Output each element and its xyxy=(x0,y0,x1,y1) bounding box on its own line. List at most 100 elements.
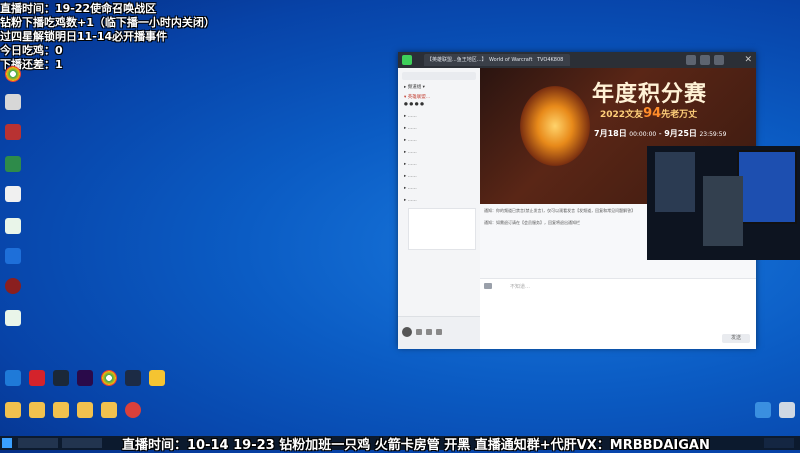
start-icon[interactable] xyxy=(2,438,12,448)
app-icon xyxy=(125,402,141,418)
folder-icon xyxy=(53,402,69,418)
avatar[interactable] xyxy=(402,327,412,337)
document-icon xyxy=(5,186,21,202)
webcam-overlay xyxy=(647,146,800,260)
date-end: 9月25日 xyxy=(664,129,697,138)
spreadsheet-icon xyxy=(5,218,21,234)
emoji-icon[interactable] xyxy=(484,283,492,289)
desktop-folder-3[interactable] xyxy=(50,402,72,424)
overlay-line-schedule: 直播时间：19-22使命召唤战区 xyxy=(0,2,157,15)
channel-sidebar: ▸ 频道组 ▾ ▾ 英雄联盟… ● ● ● ● ▸ …… ▸ …… ▸ …… ▸… xyxy=(398,68,481,349)
banner-dates: 7月18日 00:00:00 - 9月25日 23:59:59 xyxy=(594,129,727,138)
app-logo-icon xyxy=(402,55,412,65)
composer: 不知道… 发送 xyxy=(480,278,756,349)
desktop-icon-excel[interactable] xyxy=(2,156,24,178)
desktop-icon-app2[interactable] xyxy=(2,248,24,270)
desktop-icon-premiere[interactable] xyxy=(74,370,96,392)
desktop-icon-app3[interactable] xyxy=(2,278,24,300)
sidebar-item[interactable]: ▸ …… xyxy=(404,126,417,131)
system-clock[interactable] xyxy=(764,438,794,448)
settings-icon[interactable] xyxy=(714,55,724,65)
desktop-icon-doc[interactable] xyxy=(2,186,24,208)
banner-subtitle-num: 94 xyxy=(643,106,662,121)
channel-search-input[interactable] xyxy=(402,72,476,80)
folder-icon xyxy=(29,402,45,418)
banner-title: 年度积分赛 xyxy=(592,82,708,107)
tab-user[interactable]: TVO4K808 xyxy=(534,54,570,66)
desktop-icon-app1[interactable] xyxy=(2,94,24,116)
desktop-folder-1[interactable] xyxy=(2,402,24,424)
home-icon[interactable] xyxy=(686,55,696,65)
app-icon xyxy=(5,94,21,110)
webcam-monitor xyxy=(737,150,797,224)
excel-icon xyxy=(5,156,21,172)
desktop-icon-b6[interactable] xyxy=(122,370,144,392)
sidebar-item[interactable]: ▸ …… xyxy=(404,114,417,119)
settings-icon[interactable] xyxy=(436,329,442,335)
close-icon[interactable]: ✕ xyxy=(744,53,752,67)
date-start: 7月18日 xyxy=(594,129,627,138)
sidebar-item[interactable]: ▸ …… xyxy=(404,162,417,167)
desktop-icon-b8[interactable] xyxy=(122,402,144,424)
chrome-icon xyxy=(101,370,117,386)
app-icon xyxy=(5,278,21,294)
stream-ticker: 直播时间：10-14 19-23 钻粉加班一只鸡 火箭卡房管 开黑 直播通知群+… xyxy=(122,438,710,453)
message-input[interactable]: 不知道… xyxy=(510,283,530,290)
folder-icon xyxy=(101,402,117,418)
overlay-line-today: 今日吃鸡：0 xyxy=(0,44,63,57)
wallpaper-icon xyxy=(755,402,771,418)
taskbar-app-2[interactable] xyxy=(62,438,102,448)
sidebar-item[interactable]: ▸ …… xyxy=(404,198,417,203)
taskbar-app-1[interactable] xyxy=(18,438,58,448)
sidebar-item[interactable]: ▾ 英雄联盟… xyxy=(404,94,430,100)
banner-subtitle-suffix: 先老万丈 xyxy=(661,110,698,120)
sidebar-item[interactable]: ▸ …… xyxy=(404,138,417,143)
mic-icon[interactable] xyxy=(416,329,422,335)
webcam-center xyxy=(703,176,743,246)
desktop-icon-sheet2[interactable] xyxy=(2,310,24,332)
overlay-line-unlock: 过四星解锁明日11-14必开播事件 xyxy=(0,30,168,43)
desktop-icon-b1[interactable] xyxy=(2,370,24,392)
sidebar-item[interactable]: ▸ 频道组 ▾ xyxy=(404,84,425,90)
desktop-icon-b7[interactable] xyxy=(146,370,168,392)
app-icon xyxy=(125,370,141,386)
folder-icon xyxy=(5,402,21,418)
desktop-icon-b2[interactable] xyxy=(26,370,48,392)
netease-icon xyxy=(29,370,45,386)
user-panel xyxy=(398,316,480,349)
chrome-icon xyxy=(5,66,21,82)
desktop-folder-5[interactable] xyxy=(98,402,120,424)
member-rows xyxy=(408,218,474,278)
desktop-icon-sheet[interactable] xyxy=(2,218,24,240)
desktop-icon-chrome2[interactable] xyxy=(98,370,120,392)
banner-subtitle: 2022文友94先老万丈 xyxy=(600,106,697,121)
avatar-icon xyxy=(5,124,21,140)
sidebar-item[interactable]: ▸ …… xyxy=(404,174,417,179)
app-icon xyxy=(149,370,165,386)
app-icon xyxy=(5,370,21,386)
recycle-bin-icon xyxy=(779,402,795,418)
tab-channel-1[interactable]: 【英雄联盟...鱼王地区...】 xyxy=(424,54,490,66)
desktop-icon-wallpaper[interactable] xyxy=(752,402,774,424)
app-icon xyxy=(5,248,21,264)
desktop-icon-steam[interactable] xyxy=(50,370,72,392)
webcam-bg-left xyxy=(655,152,695,212)
desktop-folder-2[interactable] xyxy=(26,402,48,424)
game-icon[interactable] xyxy=(700,55,710,65)
trophy-icon xyxy=(520,86,590,166)
sidebar-item[interactable]: ▸ …… xyxy=(404,186,417,191)
overlay-line-bonus: 钻粉下播吃鸡数+1（临下播一小时内关闭） xyxy=(0,16,215,29)
sidebar-item[interactable]: ▸ …… xyxy=(404,150,417,155)
desktop-icon-avatar[interactable] xyxy=(2,124,24,146)
window-titlebar: 【英雄联盟...鱼王地区...】 World of Warcraft TVO4K… xyxy=(398,52,756,68)
tab-wow[interactable]: World of Warcraft xyxy=(486,54,538,66)
desktop-folder-4[interactable] xyxy=(74,402,96,424)
folder-icon xyxy=(77,402,93,418)
sidebar-item[interactable]: ● ● ● ● xyxy=(404,102,424,107)
speaker-icon[interactable] xyxy=(426,329,432,335)
desktop-icon-recycle[interactable] xyxy=(776,402,798,424)
send-button[interactable]: 发送 xyxy=(722,334,750,343)
premiere-icon xyxy=(77,370,93,386)
desktop-icon-chrome[interactable] xyxy=(2,66,24,88)
time-end: 23:59:59 xyxy=(699,131,727,138)
